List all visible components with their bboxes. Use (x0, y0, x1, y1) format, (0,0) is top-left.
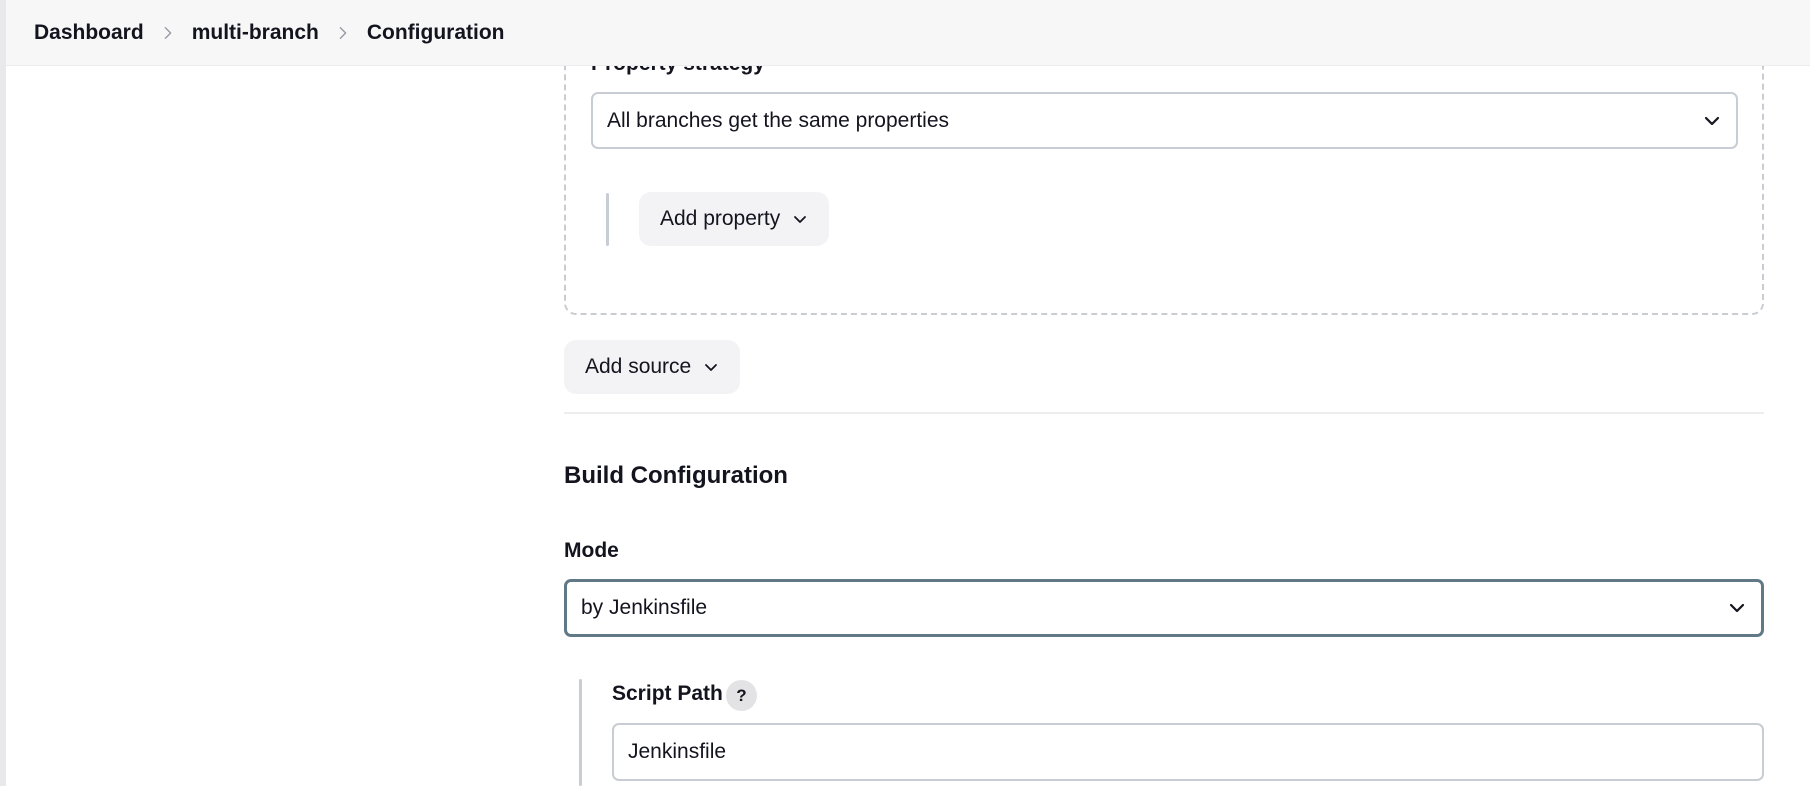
chevron-down-icon (705, 364, 718, 371)
property-strategy-value: All branches get the same properties (607, 108, 950, 132)
add-source-button[interactable]: Add source (564, 340, 741, 394)
chevron-right-icon (319, 26, 367, 40)
chevron-right-icon (144, 26, 192, 40)
chevron-down-icon (1729, 603, 1745, 613)
script-path-group-rule (579, 679, 582, 786)
mode-select[interactable]: by Jenkinsfile (564, 579, 1764, 637)
help-icon[interactable]: ? (726, 680, 757, 711)
breadcrumb: Dashboard multi-branch Configuration (6, 0, 1810, 66)
breadcrumb-configuration[interactable]: Configuration (367, 21, 505, 45)
script-path-label: Script Path (612, 682, 723, 705)
page: Dashboard multi-branch Configuration Pro… (0, 0, 1810, 786)
script-path-input[interactable] (612, 723, 1764, 781)
mode-label: Mode (564, 539, 619, 562)
add-property-button[interactable]: Add property (639, 192, 830, 246)
breadcrumb-multi-branch[interactable]: multi-branch (192, 21, 319, 45)
add-source-label: Add source (585, 355, 692, 378)
chevron-down-icon (1704, 116, 1720, 125)
property-strategy-select[interactable]: All branches get the same properties (591, 92, 1738, 149)
section-divider (564, 412, 1764, 414)
breadcrumb-dashboard[interactable]: Dashboard (34, 21, 144, 45)
mode-value: by Jenkinsfile (581, 596, 708, 619)
build-configuration-title: Build Configuration (564, 462, 788, 489)
add-property-label: Add property (660, 207, 781, 230)
property-group-rule (606, 193, 609, 246)
chevron-down-icon (794, 216, 807, 223)
